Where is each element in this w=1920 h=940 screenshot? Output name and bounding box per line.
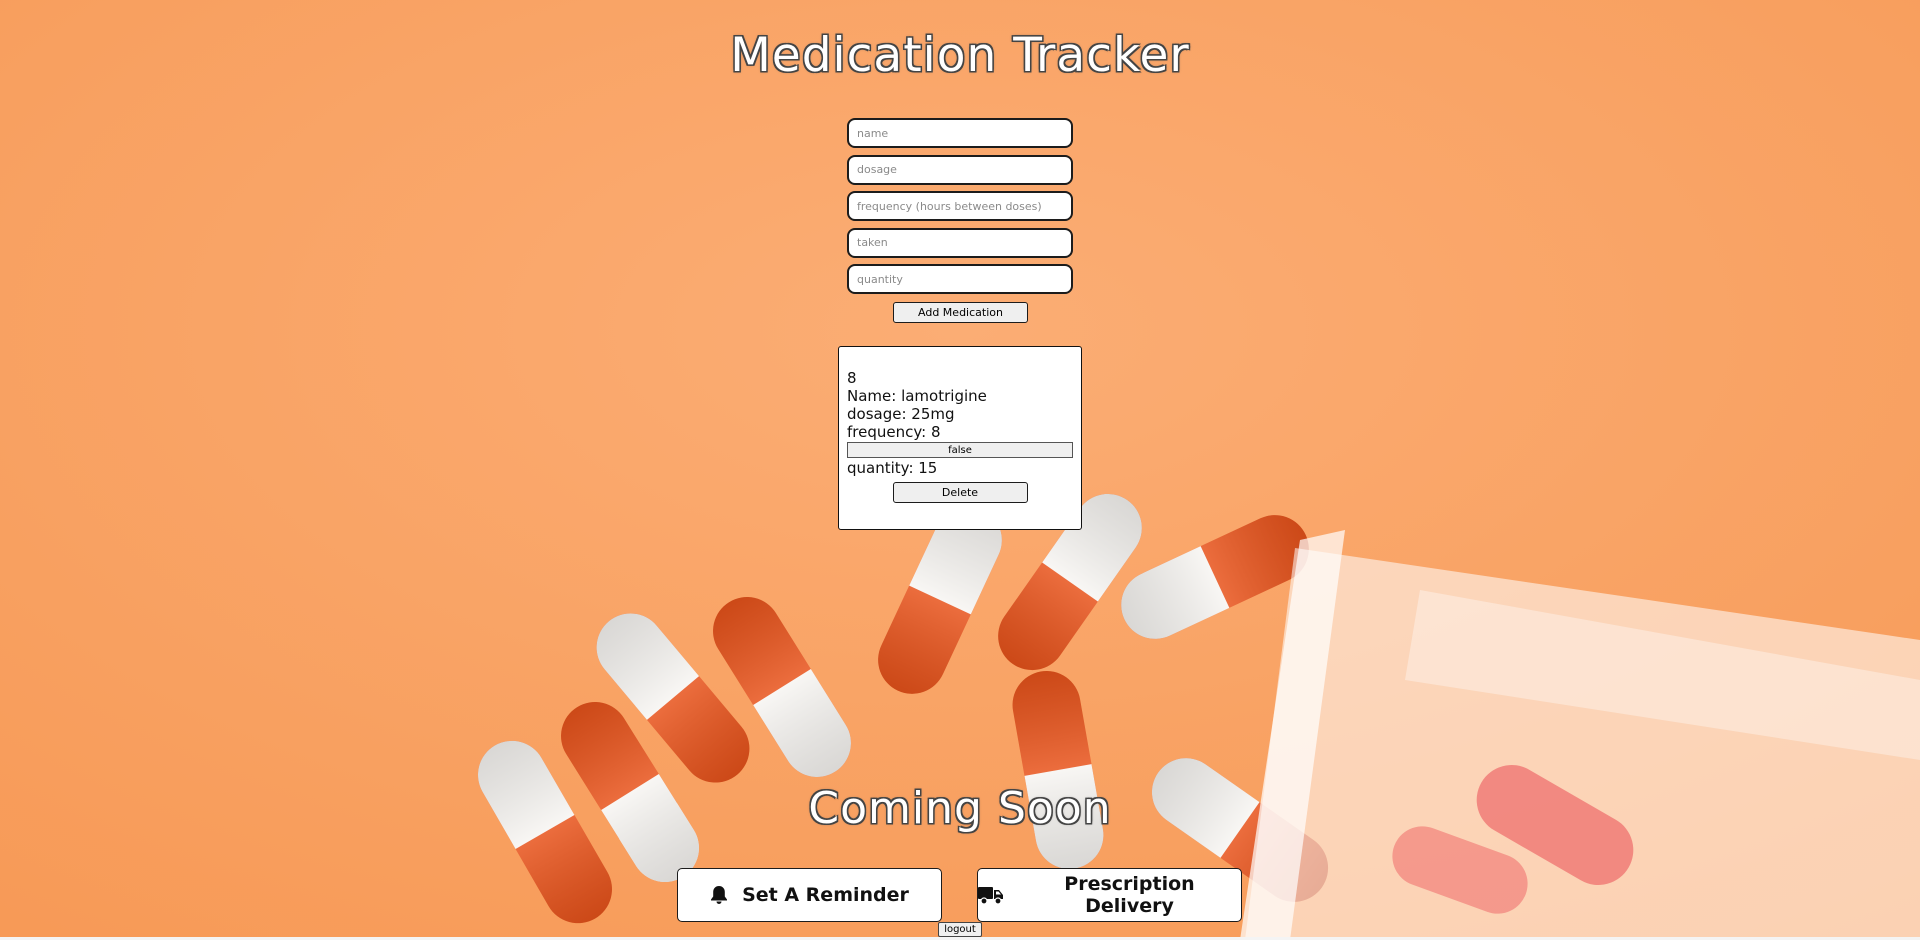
prescription-delivery-button[interactable]: Prescription Delivery <box>977 868 1242 922</box>
page-title: Medication Tracker <box>730 28 1190 83</box>
logout-button[interactable]: logout <box>938 922 982 937</box>
add-medication-button[interactable]: Add Medication <box>893 302 1028 323</box>
medication-quantity: quantity: 15 <box>847 459 938 477</box>
set-reminder-label: Set A Reminder <box>742 884 909 906</box>
truck-icon <box>978 885 1004 905</box>
medication-name: Name: lamotrigine <box>847 387 987 405</box>
delete-button[interactable]: Delete <box>892 482 1028 503</box>
bell-icon <box>710 885 728 905</box>
medication-form <box>847 118 1073 301</box>
taken-input[interactable] <box>847 227 1073 258</box>
medication-dosage: dosage: 25mg <box>847 405 955 423</box>
medication-frequency: frequency: 8 <box>847 423 941 441</box>
taken-toggle-button[interactable]: false <box>847 442 1073 458</box>
set-reminder-button[interactable]: Set A Reminder <box>677 868 942 922</box>
dosage-input[interactable] <box>847 154 1073 185</box>
name-input[interactable] <box>847 118 1073 148</box>
prescription-delivery-label: Prescription Delivery <box>1064 873 1195 917</box>
coming-soon-heading: Coming Soon <box>808 783 1112 834</box>
frequency-input[interactable] <box>847 191 1073 221</box>
medication-card: 8 Name: lamotrigine dosage: 25mg frequen… <box>838 346 1082 530</box>
quantity-input[interactable] <box>847 264 1073 294</box>
medication-id: 8 <box>847 369 857 387</box>
